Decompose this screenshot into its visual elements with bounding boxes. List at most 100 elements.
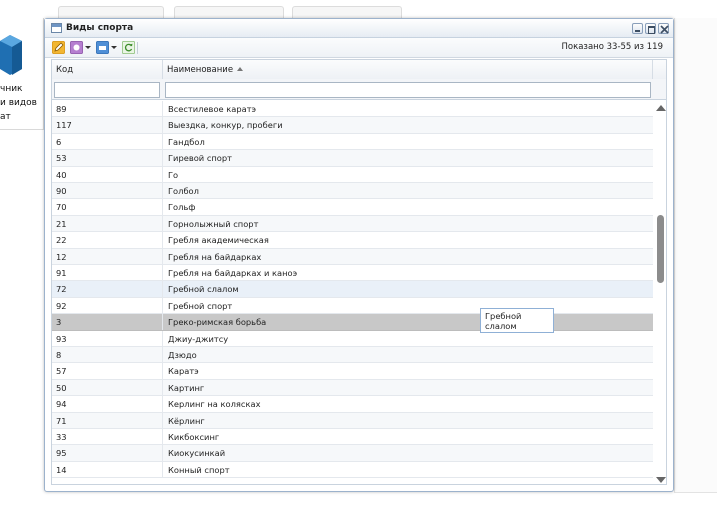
- cell-code: 53: [52, 150, 163, 167]
- cell-code: 89: [52, 101, 163, 117]
- background-right-panel: [674, 18, 717, 493]
- cell-name: Гандбол: [168, 136, 205, 147]
- name-filter-input[interactable]: [165, 82, 651, 98]
- cell-name: Всестилевое каратэ: [168, 104, 257, 114]
- scroll-down-icon[interactable]: [656, 477, 666, 483]
- cell-name: Керлинг на колясках: [168, 399, 261, 410]
- cell-name: Конный спорт: [168, 464, 230, 475]
- table-row[interactable]: 90 Голбол: [52, 183, 653, 200]
- cell-code: 94: [52, 396, 163, 413]
- cell-name: Голбол: [168, 186, 199, 196]
- chevron-down-icon: [85, 46, 91, 49]
- table-row[interactable]: 33 Кикбоксинг: [52, 429, 653, 446]
- table-row[interactable]: 14 Конный спорт: [52, 461, 653, 479]
- cell-code: 12: [52, 248, 163, 265]
- table-row[interactable]: 70 Гольф: [52, 199, 653, 216]
- edit-button[interactable]: [52, 41, 66, 55]
- window-title: Виды спорта: [66, 23, 134, 33]
- background-tab[interactable]: [58, 6, 164, 18]
- table-row[interactable]: 117 Выездка, конкур, пробеги: [52, 117, 653, 134]
- cell-code: 3: [52, 314, 163, 331]
- cell-name: Гиревой спорт: [168, 153, 232, 164]
- cell-name: Картинг: [168, 382, 205, 393]
- window-toolbar: Показано 33-55 из 119: [45, 38, 673, 58]
- cell-name: Кикбоксинг: [168, 432, 220, 442]
- cell-code: 117: [52, 117, 163, 134]
- cell-name: Горнолыжный спорт: [168, 218, 259, 229]
- cell-name: Кёрлинг: [168, 415, 205, 426]
- maximize-button[interactable]: [645, 23, 656, 34]
- column-header-name[interactable]: Наименование: [163, 60, 653, 79]
- add-record-icon: [70, 41, 83, 54]
- sort-ascending-icon: [237, 67, 244, 71]
- cell-code: 40: [52, 166, 163, 183]
- window-icon: [51, 23, 62, 33]
- table-row[interactable]: 12 Гребля на байдарках: [52, 248, 653, 265]
- table-row[interactable]: 21 Горнолыжный спорт: [52, 215, 653, 233]
- cell-code: 8: [52, 347, 163, 363]
- window-titlebar[interactable]: Виды спорта: [45, 19, 673, 38]
- table-row[interactable]: 93 Джиу-джитсу: [52, 330, 653, 347]
- refresh-icon: [122, 41, 135, 54]
- cell-name: Го: [168, 169, 179, 180]
- cell-name: Гольф: [168, 202, 196, 213]
- table-row[interactable]: 92 Гребной спорт: [52, 297, 653, 315]
- directory-cube-icon: [0, 35, 22, 75]
- table-row[interactable]: 89 Всестилевое каратэ: [52, 101, 653, 118]
- cell-name: Гребной спорт: [168, 300, 233, 311]
- table-row[interactable]: 94 Керлинг на колясках: [52, 396, 653, 413]
- print-menu-button[interactable]: [96, 41, 117, 55]
- table-row[interactable]: 91 Гребля на байдарках и каноэ: [52, 265, 653, 282]
- scroll-up-icon[interactable]: [656, 105, 666, 111]
- cell-code: 21: [52, 215, 163, 232]
- table-row[interactable]: 8 Дзюдо: [52, 347, 653, 364]
- cell-code: 93: [52, 330, 163, 347]
- grid-scrollbar[interactable]: [654, 101, 666, 484]
- pagination-status: Показано 33-55 из 119: [561, 42, 664, 52]
- cell-name: Каратэ: [168, 366, 199, 377]
- column-header-label: Наименование: [167, 65, 234, 75]
- cell-code: 91: [52, 265, 163, 281]
- scrollbar-thumb[interactable]: [657, 215, 664, 283]
- table-row[interactable]: 40 Го: [52, 166, 653, 183]
- table-row[interactable]: 6 Гандбол: [52, 133, 653, 151]
- grid-header: Код Наименование: [52, 60, 666, 100]
- cell-name: Киокусинкай: [168, 448, 226, 459]
- background-tab-strip: [0, 6, 717, 18]
- cell-code: 22: [52, 232, 163, 249]
- close-icon: [660, 25, 669, 34]
- grid-body: 89 Всестилевое каратэ 117 Выездка, конкур, …: [52, 101, 653, 484]
- toolbar-separator: [137, 42, 138, 54]
- code-filter-input[interactable]: [54, 82, 160, 98]
- cell-code: 90: [52, 183, 163, 199]
- table-row[interactable]: 3 Греко-римская борьба: [52, 314, 653, 331]
- cell-name: Гребля академическая: [168, 235, 269, 246]
- pencil-icon: [52, 41, 65, 54]
- cell-name: Гребной слалом: [168, 284, 239, 295]
- header-filler: [653, 60, 666, 79]
- cell-name: Джиу-джитсу: [168, 333, 229, 344]
- background-tab[interactable]: [292, 6, 402, 18]
- column-header-label: Код: [56, 65, 74, 75]
- cell-name: Греко-римская борьба: [168, 317, 267, 328]
- background-panel-label: чник и видов ат: [0, 84, 37, 122]
- minimize-button[interactable]: [632, 23, 643, 34]
- table-row[interactable]: 53 Гиревой спорт: [52, 150, 653, 167]
- table-row[interactable]: 22 Гребля академическая: [52, 232, 653, 249]
- add-menu-button[interactable]: [70, 41, 91, 55]
- close-button[interactable]: [658, 23, 669, 34]
- table-row[interactable]: 71 Кёрлинг: [52, 412, 653, 429]
- table-row[interactable]: 95 Киокусинкай: [52, 445, 653, 462]
- cell-name: Гребля на байдарках: [168, 251, 262, 262]
- background-left-panel: чник и видов ат: [0, 18, 44, 130]
- table-row[interactable]: 50 Картинг: [52, 379, 653, 397]
- column-header-code[interactable]: Код: [52, 60, 163, 79]
- background-tab[interactable]: [174, 6, 284, 18]
- cell-name: Выездка, конкур, пробеги: [168, 120, 283, 131]
- cell-name: Дзюдо: [168, 350, 197, 360]
- sports-grid: Код Наименование 89 Всестилевое каратэ 117…: [51, 59, 667, 485]
- sports-types-window: Виды спорта Показано 33-55 из 119 Код На…: [44, 18, 674, 492]
- table-row[interactable]: 72 Гребной слалом: [52, 281, 653, 298]
- refresh-button[interactable]: [122, 41, 136, 55]
- table-row[interactable]: 57 Каратэ: [52, 363, 653, 380]
